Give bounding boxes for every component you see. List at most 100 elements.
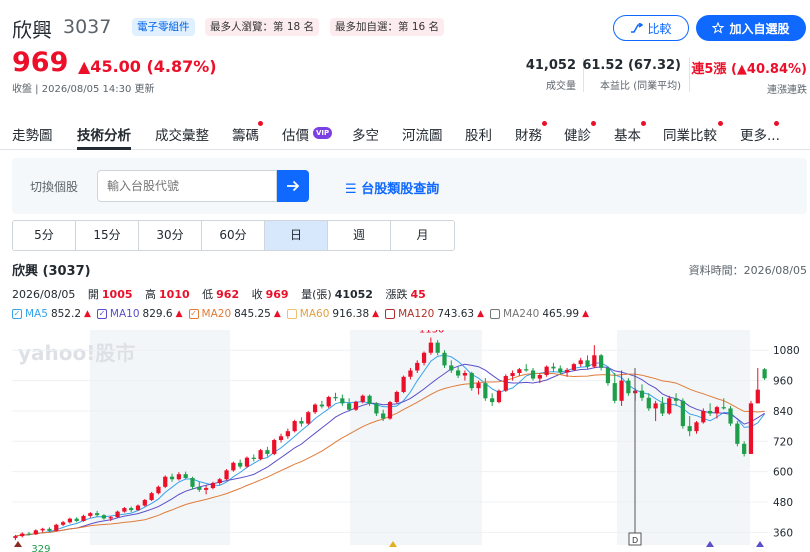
candle-body	[687, 426, 692, 432]
candle	[469, 371, 474, 391]
candle	[60, 520, 66, 527]
checkbox-icon[interactable]	[385, 309, 396, 319]
candle	[33, 529, 38, 535]
candle-body	[33, 530, 38, 535]
period-selector: 5分 15分 30分 60分 日 週 月	[12, 220, 455, 251]
ma20-name: MA20	[201, 308, 232, 320]
period-month[interactable]: 月	[391, 221, 454, 250]
ma240-name: MA240	[503, 308, 540, 320]
category-tag[interactable]: 電子零組件	[132, 18, 195, 36]
candle-body	[660, 403, 665, 414]
ma5-name: MA5	[25, 308, 48, 320]
candlestick-chart[interactable]: yahoo!股市 1080 960 840 720 600 480 360 D 1130 3…	[0, 330, 810, 552]
candle-body	[108, 517, 113, 519]
checkbox-icon[interactable]	[286, 309, 297, 319]
category-search-link[interactable]: ☰ 台股類股查詢	[345, 178, 439, 197]
candle	[490, 393, 495, 406]
period-60min[interactable]: 60分	[202, 221, 265, 250]
candle	[54, 523, 59, 532]
rank-tag-watchlist[interactable]: 最多加自選：第 16 名	[330, 18, 445, 36]
close-value: 969	[265, 288, 289, 301]
tab-intraday[interactable]: 走勢圖	[12, 124, 53, 144]
ma120-toggle[interactable]: MA120 743.63 ▲	[385, 308, 484, 320]
candle	[748, 400, 754, 454]
candle-body	[306, 412, 311, 424]
stock-search-input[interactable]	[97, 170, 277, 202]
tab-peer-comparison[interactable]: 同業比較	[663, 124, 717, 144]
tab-river-chart[interactable]: 河流圖	[402, 124, 443, 144]
search-submit-button[interactable]	[277, 170, 309, 202]
tab-bull-bear[interactable]: 多空	[352, 124, 379, 144]
checkbox-icon[interactable]	[490, 309, 501, 319]
candle-body	[292, 421, 297, 432]
period-bands	[90, 330, 750, 545]
tab-valuation[interactable]: 估價	[282, 124, 309, 144]
candle-body	[510, 373, 515, 377]
candle-body	[20, 533, 25, 537]
candle-body	[285, 431, 290, 437]
ma240-value: 465.99	[542, 308, 580, 320]
checkbox-icon[interactable]: ✓	[12, 309, 22, 319]
stock-code: 3037	[63, 16, 112, 38]
tab-basic[interactable]: 基本	[614, 124, 641, 144]
y-tick-label: 840	[773, 406, 793, 418]
candle-body	[564, 369, 570, 373]
tab-financials[interactable]: 財務	[515, 124, 542, 144]
candle-body	[612, 383, 617, 401]
month-band	[617, 330, 750, 545]
candle	[442, 350, 447, 368]
candle-body	[224, 470, 229, 480]
candle-body	[88, 513, 93, 516]
candle-body	[483, 383, 488, 399]
rank-tag-views[interactable]: 最多人瀏覽：第 18 名	[205, 18, 320, 36]
candle-body	[748, 403, 754, 454]
candle-body	[183, 474, 188, 478]
candle-body	[197, 486, 202, 490]
up-arrow-icon: ▲	[84, 309, 91, 319]
tab-dividend[interactable]: 股利	[465, 124, 492, 144]
period-week[interactable]: 週	[328, 221, 391, 250]
ma10-toggle[interactable]: ✓ MA10 829.6 ▲	[96, 308, 183, 320]
tab-health-check[interactable]: 健診	[564, 124, 591, 144]
candle	[544, 365, 549, 377]
candle-body	[707, 410, 713, 414]
candle-body	[203, 488, 209, 490]
high-value: 1010	[159, 288, 190, 301]
candle-body	[333, 397, 338, 399]
period-5min[interactable]: 5分	[13, 221, 76, 250]
tab-more[interactable]: 更多...	[740, 124, 780, 144]
compare-button[interactable]: 比較	[613, 15, 689, 41]
candle-body	[408, 370, 413, 377]
switch-stock-label: 切換個股	[30, 180, 79, 194]
ma60-toggle[interactable]: MA60 916.38 ▲	[286, 308, 379, 320]
candle-body	[319, 404, 325, 407]
add-watchlist-button[interactable]: 加入自選股	[696, 15, 806, 41]
candle-body	[163, 476, 168, 487]
ma240-toggle[interactable]: MA240 465.99 ▲	[490, 308, 589, 320]
category-search-label: 台股類股查詢	[361, 182, 440, 197]
candle-body	[244, 457, 250, 467]
checkbox-icon[interactable]: ✓	[96, 309, 107, 319]
candle	[67, 517, 73, 524]
volume-label: 量(張)	[301, 288, 332, 301]
tab-transactions[interactable]: 成交彙整	[155, 124, 209, 144]
candle-body	[265, 450, 270, 454]
candle-body	[578, 360, 583, 365]
stat-streak-label: 連漲連跌	[767, 85, 807, 96]
tab-technical[interactable]: 技術分析	[77, 124, 131, 144]
candle	[394, 390, 399, 404]
candle	[244, 456, 250, 468]
ma20-toggle[interactable]: ✓ MA20 845.25 ▲	[188, 308, 281, 320]
ma5-toggle[interactable]: ✓ MA5 852.2 ▲	[12, 308, 91, 320]
candle-body	[694, 422, 699, 432]
candle	[20, 532, 25, 538]
period-30min[interactable]: 30分	[139, 221, 202, 250]
period-day[interactable]: 日	[265, 221, 328, 250]
candle-body	[721, 407, 726, 409]
candle-body	[60, 522, 66, 525]
notification-dot	[641, 121, 646, 126]
period-15min[interactable]: 15分	[76, 221, 139, 250]
candle-body	[238, 462, 243, 467]
tab-chips[interactable]: 籌碼	[232, 124, 259, 144]
checkbox-icon[interactable]: ✓	[188, 309, 199, 319]
